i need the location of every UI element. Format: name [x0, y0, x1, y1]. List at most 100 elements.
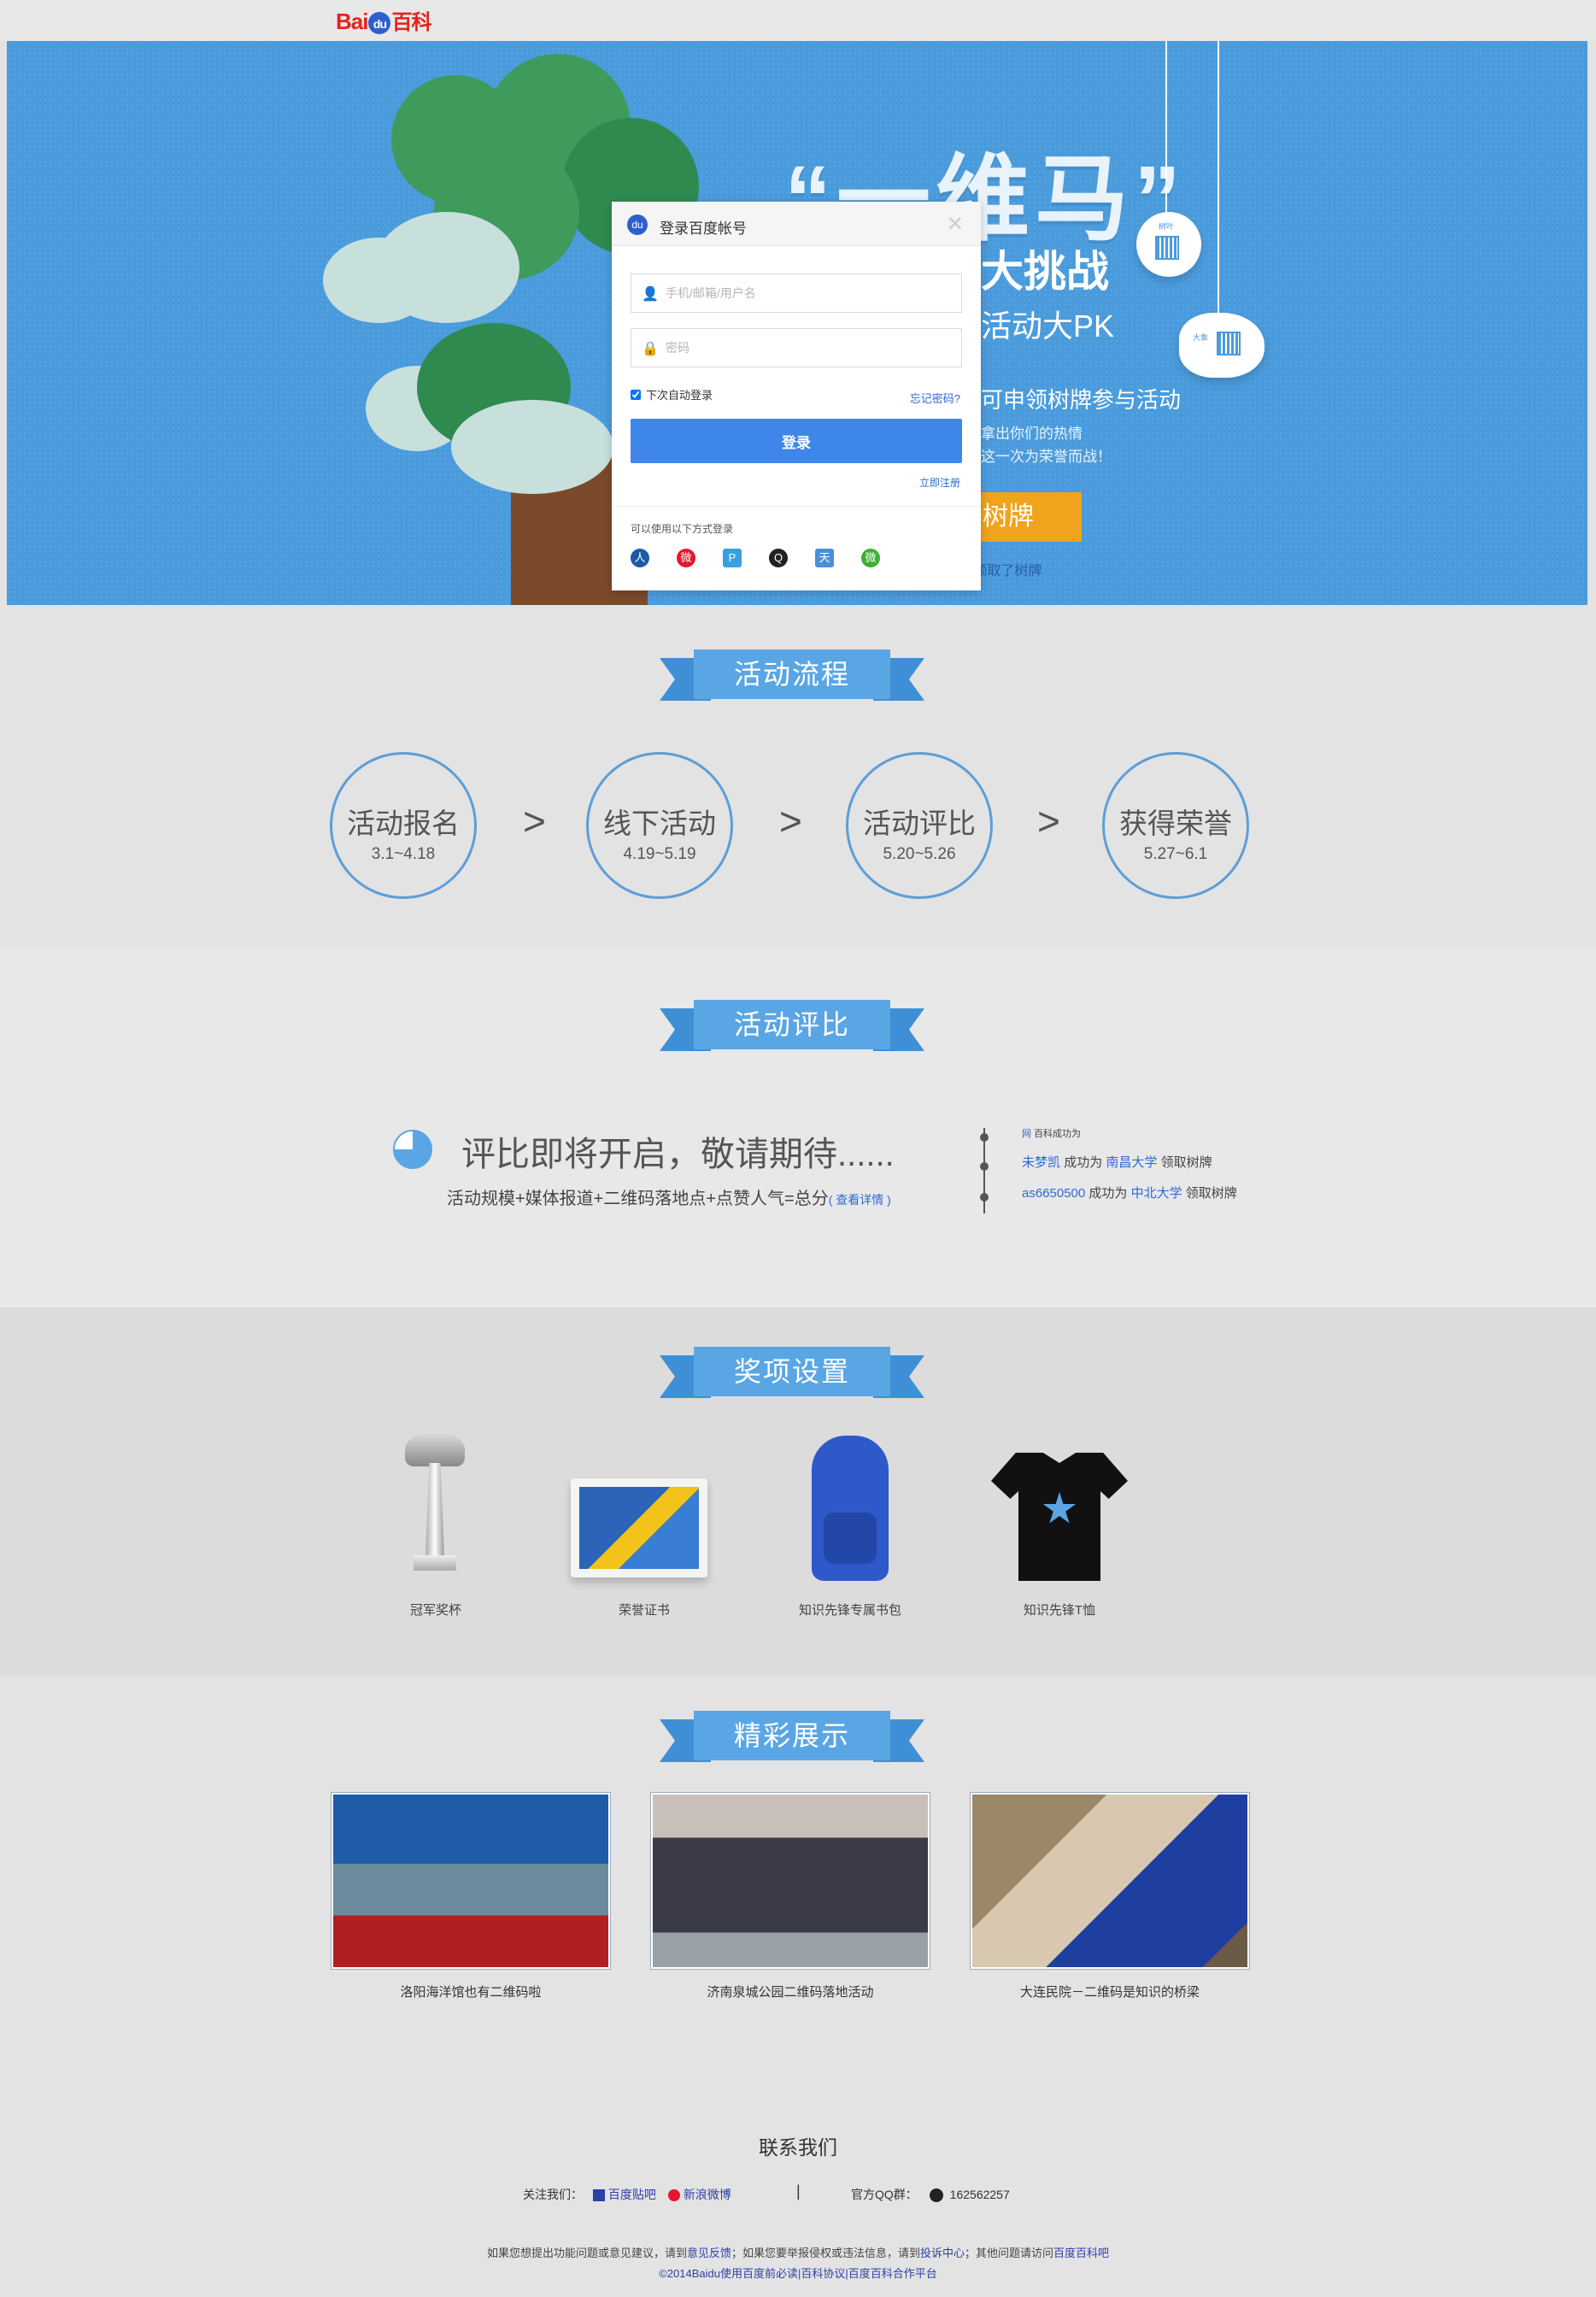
showcase-photo[interactable]	[971, 1793, 1249, 1969]
photo-caption: 洛阳海洋馆也有二维码啦	[400, 1985, 542, 2000]
timeline-dot	[980, 1162, 989, 1171]
pp-icon[interactable]: P	[723, 549, 742, 567]
hero-subtitle: 大挑战	[981, 248, 1109, 296]
chevron-right-icon: >	[1037, 799, 1060, 843]
lock-icon: 🔒	[642, 342, 659, 356]
flow-step: 活动评比 5.20~5.26	[846, 752, 993, 899]
showcase-ribbon: 精彩展示	[660, 1711, 924, 1767]
tianyi-icon[interactable]: 天	[815, 549, 834, 567]
register-link[interactable]: 立即注册	[919, 475, 960, 490]
password-field[interactable]: 🔒	[631, 328, 962, 367]
weibo-icon[interactable]: 微	[677, 549, 695, 567]
hang-string	[1218, 41, 1219, 314]
renren-icon[interactable]: 人	[631, 549, 649, 567]
logo-baike: 百科	[391, 11, 431, 34]
hero-desc-2: 这一次为荣誉而战！	[981, 449, 1112, 465]
tshirt-icon	[991, 1453, 1128, 1581]
certificate-icon	[571, 1478, 707, 1577]
tieba-icon	[592, 2189, 605, 2202]
qq-label: 官方QQ群：	[851, 2188, 918, 2201]
flower-tag-icon: 树叶	[1136, 212, 1201, 277]
username-field[interactable]: 👤	[631, 273, 962, 313]
step-name: 活动评比	[863, 808, 976, 839]
step-date: 5.27~6.1	[1143, 845, 1208, 863]
timeline-dot	[980, 1133, 989, 1142]
social-login-list: 人 微 P Q 天 微	[631, 549, 880, 567]
timeline-dot	[980, 1193, 989, 1201]
flow-step: 活动报名 3.1~4.18	[330, 752, 477, 899]
hero-subtitle-2: 活动大PK	[981, 308, 1115, 344]
flow-ribbon: 活动流程	[660, 649, 924, 706]
divider	[612, 506, 981, 507]
login-dialog-header: du 登录百度帐号 ✕	[612, 202, 981, 246]
partner-platform-link[interactable]: 百度百科合作平台	[848, 2267, 937, 2280]
flow-step: 获得荣誉 5.27~6.1	[1102, 752, 1249, 899]
feed-action: 领取树牌	[1160, 1155, 1212, 1170]
feed-school[interactable]: 中北大学	[1131, 1186, 1182, 1201]
view-details-link[interactable]: ( 查看详情 )	[829, 1193, 891, 1207]
trophy-icon	[388, 1432, 482, 1586]
remember-label: 下次自动登录	[646, 389, 713, 402]
feed-school[interactable]: 南昌大学	[1106, 1155, 1157, 1170]
username-input[interactable]	[666, 274, 956, 312]
prize-label: 知识先锋专属书包	[798, 1603, 901, 1618]
top-bar: Bai du 百科	[0, 0, 1596, 41]
feed-user[interactable]: 网	[1022, 1129, 1031, 1139]
password-input[interactable]	[666, 329, 956, 367]
showcase-photo[interactable]	[332, 1793, 610, 1969]
feed-text: 百科成功为	[1034, 1129, 1082, 1139]
must-read-link[interactable]: 使用百度前必读	[720, 2267, 798, 2280]
baidu-paw-icon: du	[627, 214, 648, 235]
baike-tieba-link[interactable]: 百度百科吧	[1053, 2247, 1109, 2259]
step-date: 3.1~4.18	[371, 845, 436, 863]
prizes-title: 奖项设置	[694, 1347, 890, 1396]
logo-bai: Bai	[336, 9, 368, 34]
formula-text: 活动规模+媒体报道+二维码落地点+点赞人气=总分	[447, 1190, 829, 1208]
feed-action: 领取树牌	[1185, 1186, 1237, 1201]
footer-text: ；如果您要举报侵权或违法信息，请到	[731, 2247, 920, 2259]
qr-code-icon	[1155, 236, 1179, 260]
complaint-center-link[interactable]: 投诉中心	[920, 2247, 965, 2259]
qr-code-icon	[1217, 332, 1241, 355]
forgot-password-link[interactable]: 忘记密码?	[910, 390, 960, 406]
feed-user[interactable]: 未梦凯	[1022, 1155, 1060, 1170]
evaluate-ribbon: 活动评比	[660, 1000, 924, 1056]
qq-icon[interactable]: Q	[769, 549, 788, 567]
photo-caption: 济南泉城公园二维码落地活动	[707, 1985, 874, 2000]
backpack-icon	[795, 1436, 906, 1581]
close-icon[interactable]: ✕	[947, 212, 964, 237]
flow-step: 线下活动 4.19~5.19	[586, 752, 733, 899]
user-icon: 👤	[642, 287, 659, 302]
feed-item: as6650500 成功为 中北大学 领取树牌	[1022, 1184, 1237, 1201]
pie-chart-icon	[393, 1130, 432, 1169]
prize-label: 冠军奖杯	[409, 1603, 461, 1618]
tree-leaf	[374, 212, 519, 323]
remember-checkbox[interactable]	[631, 389, 641, 400]
footer-text: ；其他问题请访问	[965, 2247, 1054, 2259]
footer-copyright: ©2014Baidu使用百度前必读|百科协议|百度百科合作平台	[659, 2267, 937, 2280]
elephant-tag-icon: 大象	[1179, 313, 1264, 378]
showcase-photo[interactable]	[651, 1793, 930, 1969]
score-formula: 活动规模+媒体报道+二维码落地点+点赞人气=总分( 查看详情 )	[447, 1184, 891, 1209]
weibo-icon	[667, 2189, 680, 2202]
evaluate-title: 活动评比	[694, 1000, 890, 1049]
login-button[interactable]: 登录	[631, 419, 962, 463]
contact-title: 联系我们	[759, 2136, 837, 2159]
hero-tagline: 可申领树牌参与活动	[981, 387, 1182, 413]
login-dialog-title: 登录百度帐号	[660, 220, 747, 237]
chevron-right-icon: >	[779, 799, 802, 843]
tag-label: 树叶	[1159, 222, 1175, 231]
feed-user[interactable]: as6650500	[1022, 1186, 1085, 1201]
remember-me[interactable]: 下次自动登录	[631, 386, 713, 402]
baidu-baike-logo[interactable]: Bai du 百科	[336, 5, 431, 35]
copyright-text: ©2014Baidu	[659, 2267, 720, 2280]
feedback-link[interactable]: 意见反馈	[687, 2247, 731, 2259]
wechat-icon[interactable]: 微	[861, 549, 880, 567]
flow-section: 活动流程 活动报名 3.1~4.18 > 线下活动 4.19~5.19 > 活动…	[0, 605, 1596, 949]
prizes-ribbon: 奖项设置	[660, 1347, 924, 1403]
paw-icon: du	[368, 12, 391, 35]
feed-text: 成功为	[1088, 1186, 1128, 1201]
baike-agreement-link[interactable]: 百科协议	[801, 2267, 845, 2280]
tieba-link[interactable]: 百度贴吧	[608, 2188, 656, 2201]
weibo-link[interactable]: 新浪微博	[684, 2188, 731, 2201]
